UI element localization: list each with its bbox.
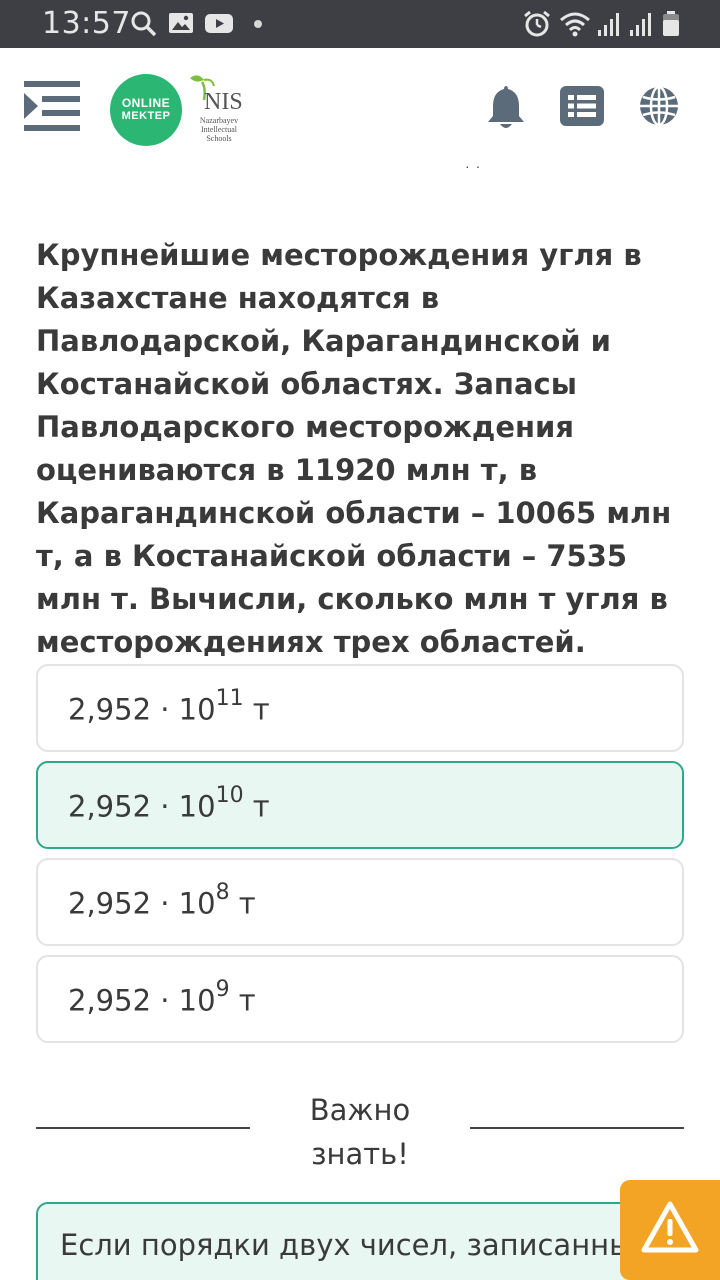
notification-dot bbox=[254, 20, 262, 28]
nis-subtitle: Nazarbayev Intellectual Schools bbox=[184, 116, 254, 143]
answer-option-3[interactable]: 2,952 · 108 т bbox=[36, 858, 684, 946]
status-time: 13:57 bbox=[42, 6, 131, 41]
app-header: ONLINE MEKTEP NIS Nazarbayev Intellectua… bbox=[0, 48, 720, 168]
answer-option-2[interactable]: 2,952 · 1010 т bbox=[36, 761, 684, 849]
question-text: Крупнейшие месторождения угля в Казахста… bbox=[36, 238, 672, 659]
info-box: Если порядки двух чисел, записанных в ст… bbox=[36, 1202, 684, 1280]
important-line1: Важно bbox=[309, 1093, 411, 1127]
signal-icon-2 bbox=[630, 13, 651, 36]
nis-title: NIS bbox=[204, 89, 243, 115]
globe-icon[interactable] bbox=[638, 85, 680, 127]
option-label: 2,952 · 1011 т bbox=[68, 686, 270, 727]
option-label: 2,952 · 1010 т bbox=[68, 783, 270, 824]
signal-icon-1 bbox=[598, 13, 619, 36]
divider-left bbox=[36, 1127, 250, 1129]
info-line1: Если порядки двух чисел, записанных bbox=[60, 1228, 650, 1262]
option-label: 2,952 · 109 т bbox=[68, 977, 256, 1018]
nis-subtitle-2: Intellectual bbox=[201, 125, 237, 134]
logo-line1: ONLINE bbox=[121, 96, 171, 110]
nis-logo: NIS Nazarbayev Intellectual Schools bbox=[184, 72, 254, 152]
youtube-icon bbox=[205, 14, 233, 33]
divider-right bbox=[470, 1127, 684, 1129]
bell-icon[interactable] bbox=[486, 84, 526, 130]
search-icon bbox=[131, 11, 157, 37]
online-mektep-logo[interactable]: ONLINE MEKTEP bbox=[110, 74, 182, 146]
info-text: Если порядки двух чисел, записанных в ст… bbox=[60, 1222, 660, 1280]
list-icon[interactable] bbox=[560, 86, 604, 126]
answer-option-4[interactable]: 2,952 · 109 т bbox=[36, 955, 684, 1043]
alarm-icon bbox=[524, 10, 550, 37]
wifi-icon bbox=[560, 12, 590, 37]
important-line2: знать! bbox=[311, 1137, 409, 1171]
warning-icon bbox=[641, 1201, 699, 1253]
battery-icon bbox=[663, 11, 679, 36]
gallery-icon bbox=[169, 13, 193, 33]
option-label: 2,952 · 108 т bbox=[68, 880, 256, 921]
warning-button[interactable] bbox=[620, 1180, 720, 1280]
important-heading: Важно знать! bbox=[280, 1088, 440, 1176]
nis-subtitle-1: Nazarbayev bbox=[199, 116, 239, 125]
menu-icon[interactable] bbox=[24, 78, 82, 134]
answer-option-1[interactable]: 2,952 · 1011 т bbox=[36, 664, 684, 752]
decorative-dots: ·· bbox=[465, 158, 487, 174]
status-bar: 13:57 bbox=[0, 0, 720, 48]
logo-line2: MEKTEP bbox=[121, 110, 171, 122]
nis-subtitle-3: Schools bbox=[206, 134, 232, 143]
info-line2: в стандартном виде, равны, то их bbox=[60, 1268, 660, 1280]
